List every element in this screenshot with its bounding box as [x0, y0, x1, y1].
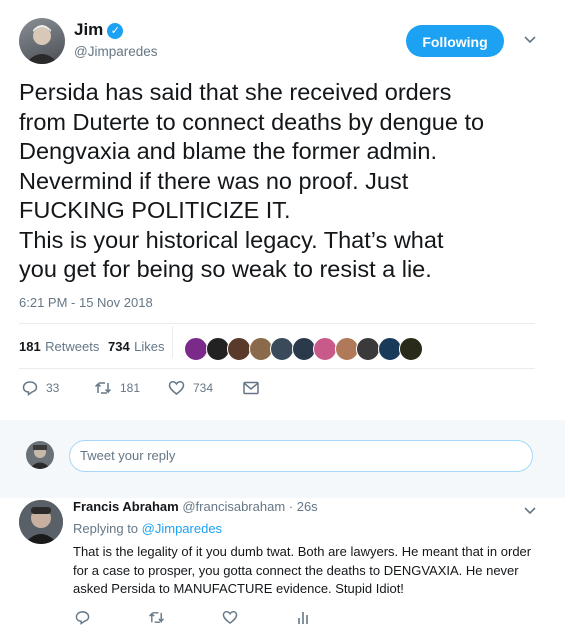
- liker-avatar[interactable]: [184, 337, 208, 361]
- verified-badge-icon: ✓: [107, 22, 124, 39]
- retweet-count: 181: [120, 381, 141, 395]
- like-action[interactable]: 734: [168, 380, 213, 396]
- reply-author-name[interactable]: Francis Abraham: [73, 499, 179, 514]
- like-count: 734: [193, 381, 214, 395]
- reply-retweet-action[interactable]: [148, 610, 165, 630]
- author-avatar-image: [25, 25, 59, 64]
- heart-icon: [222, 610, 238, 625]
- reply-analytics-action[interactable]: [297, 610, 309, 630]
- reply-like-action[interactable]: [222, 610, 238, 630]
- likes-stat[interactable]: 734 Likes: [108, 338, 165, 356]
- replying-to-prefix: Replying to: [73, 521, 142, 536]
- current-user-avatar: [26, 441, 54, 469]
- reply-chevron-down-icon[interactable]: [524, 505, 536, 519]
- reply-time[interactable]: · 26s: [289, 499, 318, 514]
- liker-avatar[interactable]: [399, 337, 423, 361]
- reply-reply-action[interactable]: [75, 610, 90, 630]
- reply-icon: [22, 381, 38, 396]
- reply-action[interactable]: 33: [22, 380, 59, 396]
- liker-avatar[interactable]: [356, 337, 380, 361]
- reply-author-avatar[interactable]: [19, 500, 63, 544]
- stats-icon: [298, 612, 308, 624]
- reply-header: Francis Abraham @francisabraham · 26s: [73, 499, 318, 514]
- author-name-row: Jim ✓: [74, 20, 124, 40]
- reply-count: 33: [46, 381, 60, 395]
- chevron-down-icon[interactable]: [524, 34, 536, 48]
- liker-avatar[interactable]: [248, 337, 273, 361]
- divider: [19, 323, 535, 324]
- retweet-icon: [148, 612, 165, 623]
- retweet-action[interactable]: 181: [94, 380, 140, 396]
- divider: [19, 368, 535, 369]
- likes-count: 734: [108, 339, 130, 354]
- reply-icon: [75, 611, 90, 625]
- retweets-stat[interactable]: 181 Retweets: [19, 338, 99, 356]
- likes-label: Likes: [134, 339, 165, 354]
- author-name[interactable]: Jim: [74, 20, 103, 39]
- liker-avatar[interactable]: [377, 337, 402, 361]
- reply-input[interactable]: Tweet your reply: [69, 440, 533, 472]
- retweet-icon: [94, 382, 112, 394]
- liker-avatar[interactable]: [334, 337, 359, 361]
- heart-icon: [168, 381, 185, 395]
- liker-avatar[interactable]: [205, 337, 230, 361]
- replying-to: Replying to @Jimparedes: [73, 521, 222, 536]
- tweet-text: Persida has said that she received order…: [19, 79, 485, 282]
- direct-message-action[interactable]: [243, 381, 259, 395]
- liker-avatar[interactable]: [270, 337, 294, 361]
- retweets-count: 181: [19, 339, 41, 354]
- following-button[interactable]: Following: [406, 25, 504, 57]
- reply-text: That is the legality of it you dumb twat…: [73, 544, 532, 596]
- tweet-timestamp[interactable]: 6:21 PM - 15 Nov 2018: [19, 295, 153, 310]
- author-handle[interactable]: @Jimparedes: [74, 44, 158, 59]
- liker-avatar[interactable]: [313, 337, 337, 361]
- replying-to-handle[interactable]: @Jimparedes: [142, 521, 222, 536]
- reply-author-handle[interactable]: @francisabraham: [182, 499, 285, 514]
- stats-divider: [172, 326, 173, 358]
- liker-avatar[interactable]: [227, 337, 251, 361]
- message-icon: [243, 381, 259, 395]
- author-avatar[interactable]: [19, 18, 65, 64]
- retweets-label: Retweets: [45, 339, 100, 354]
- liker-avatar[interactable]: [291, 337, 316, 361]
